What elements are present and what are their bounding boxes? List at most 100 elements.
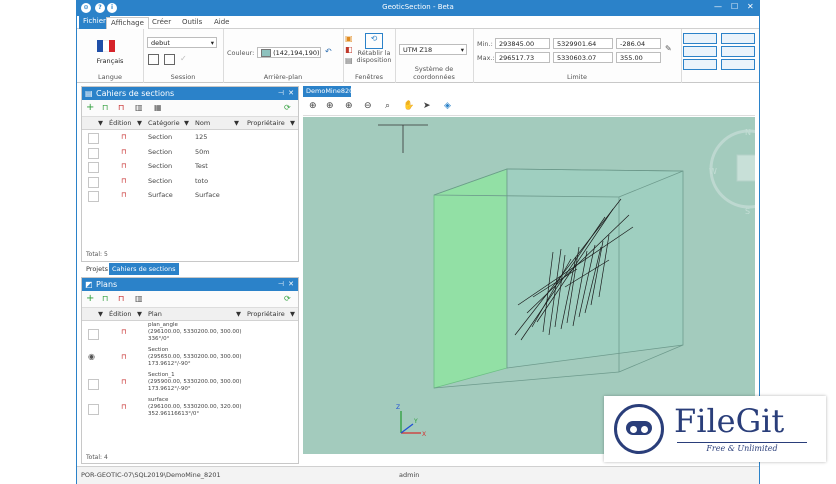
row-checkbox[interactable] [88, 379, 99, 390]
window-stack-icon[interactable]: ◧ [345, 45, 353, 54]
lock-icon[interactable]: ⊓ [121, 145, 126, 160]
filter-icon[interactable]: ▼ [98, 308, 103, 320]
view-back-button[interactable] [721, 33, 755, 44]
table-row[interactable]: ◉ ⊓ Section (295650.00, 5330200.00, 300.… [82, 346, 298, 371]
window-split-icon[interactable]: ▤ [345, 56, 353, 65]
table-row[interactable]: ⊓ Section toto [82, 174, 298, 189]
zoom-extent-icon[interactable]: ⊕ [326, 102, 334, 111]
section-plane[interactable] [433, 168, 508, 389]
pan-hand-icon[interactable]: ✋ [403, 102, 414, 111]
maximize-icon[interactable]: ☐ [731, 2, 738, 11]
max-x-field[interactable]: 296517.73 [495, 52, 550, 63]
filter-icon[interactable]: ▼ [236, 308, 241, 320]
refresh-icon[interactable]: ⟳ [284, 294, 291, 303]
view-left-button[interactable] [683, 46, 717, 57]
table-row[interactable]: ⊓ plan_angle (296100.00, 5330200.00, 300… [82, 321, 298, 346]
row-checkbox[interactable] [88, 162, 99, 173]
unlock-icon[interactable]: ⊓ [102, 294, 108, 303]
eye-icon[interactable]: ◉ [88, 353, 95, 361]
add-icon[interactable]: + [86, 294, 94, 304]
table-row[interactable]: ⊓ Section_1 (295900.00, 5330200.00, 300.… [82, 371, 298, 396]
filter-icon[interactable]: ▼ [137, 117, 142, 129]
save-icon[interactable] [148, 54, 159, 65]
row-checkbox[interactable] [88, 147, 99, 159]
color-picker[interactable]: (142,194,190) [257, 47, 321, 58]
reset-layout-button[interactable]: Rétablir la disposition [355, 50, 393, 64]
filter-icon[interactable]: ▼ [290, 117, 295, 129]
view-cube-icon[interactable] [736, 154, 760, 182]
filter-icon[interactable]: ▼ [234, 117, 239, 129]
close-panel-icon[interactable]: ✕ [288, 87, 294, 100]
row-checkbox[interactable] [88, 329, 99, 340]
window-layers-icon[interactable]: ▣ [345, 34, 353, 43]
tab-cahiers[interactable]: Cahiers de sections [109, 263, 179, 275]
session-select[interactable]: debut ▾ [147, 37, 217, 48]
lock-icon[interactable]: ⊓ [118, 294, 124, 303]
view-top-button[interactable] [683, 59, 717, 70]
flag-france-icon[interactable] [97, 40, 115, 52]
coords-select[interactable]: UTM Z18 ▾ [399, 44, 467, 55]
pointer-icon[interactable]: ➤ [423, 102, 431, 111]
table-row[interactable]: ⊓ Section 125 [82, 130, 298, 145]
row-checkbox[interactable] [88, 176, 99, 188]
lock-icon[interactable]: ⊓ [121, 188, 126, 203]
tab-creer[interactable]: Créer [148, 17, 175, 29]
delete-icon[interactable]: ▥ [135, 103, 143, 112]
lock-icon[interactable]: ⊓ [121, 404, 126, 411]
close-icon[interactable]: ✕ [747, 2, 754, 11]
zoom-fit-icon[interactable]: ⊕ [309, 102, 317, 111]
row-checkbox[interactable] [88, 191, 99, 202]
grid-icon[interactable]: ▦ [154, 103, 162, 112]
close-panel-icon[interactable]: ✕ [288, 278, 294, 291]
col-nom[interactable]: Nom [195, 117, 210, 129]
min-y-field[interactable]: 5329901.64 [553, 38, 613, 49]
rotate-view-icon[interactable]: ◈ [444, 102, 451, 111]
lock-icon[interactable]: ⊓ [121, 130, 126, 145]
add-icon[interactable]: + [86, 103, 94, 113]
lock-icon[interactable]: ⊓ [121, 379, 126, 386]
view-front-button[interactable] [683, 33, 717, 44]
delete-icon[interactable]: ▥ [135, 294, 143, 303]
compass[interactable]: N S W E [709, 128, 789, 216]
pick-limit-icon[interactable]: ✎ [665, 44, 672, 53]
max-z-field[interactable]: 355.00 [616, 52, 661, 63]
col-edition[interactable]: Édition [109, 117, 132, 129]
col-proprietaire[interactable]: Propriétaire [247, 308, 285, 320]
lock-icon[interactable]: ⊓ [121, 329, 126, 336]
table-row[interactable]: ⊓ surface (296100.00, 5330200.00, 320.00… [82, 396, 298, 421]
min-z-field[interactable]: -286.04 [616, 38, 661, 49]
lock-icon[interactable]: ⊓ [121, 174, 126, 189]
tab-projets[interactable]: Projets [83, 263, 111, 275]
tab-outils[interactable]: Outils [178, 17, 206, 29]
filter-icon[interactable]: ▼ [98, 117, 103, 129]
check-icon[interactable]: ✓ [180, 54, 187, 63]
session-list-icon[interactable] [164, 54, 175, 65]
row-checkbox[interactable] [88, 404, 99, 415]
table-row[interactable]: ⊓ Section 50m [82, 145, 298, 160]
table-row[interactable]: ⊓ Section Test [82, 159, 298, 174]
view-bottom-button[interactable] [721, 59, 755, 70]
row-checkbox[interactable] [88, 133, 99, 144]
col-proprietaire[interactable]: Propriétaire [247, 117, 285, 129]
filter-icon[interactable]: ▼ [290, 308, 295, 320]
pin-icon[interactable]: ⊣ [278, 278, 284, 291]
filter-icon[interactable]: ▼ [184, 117, 189, 129]
col-categorie[interactable]: Catégorie [148, 117, 180, 129]
minimize-icon[interactable]: — [714, 2, 722, 11]
view-right-button[interactable] [721, 46, 755, 57]
reset-layout-icon[interactable]: ⟲ [365, 33, 383, 49]
lock-icon[interactable]: ⊓ [121, 159, 126, 174]
unlock-icon[interactable]: ⊓ [102, 103, 108, 112]
col-plan[interactable]: Plan [148, 308, 162, 320]
tab-document[interactable]: DemoMine8201 [303, 86, 357, 97]
language-value[interactable]: Français [77, 57, 143, 65]
zoom-in-icon[interactable]: ⊕ [345, 102, 353, 111]
tab-aide[interactable]: Aide [210, 17, 233, 29]
col-edition[interactable]: Édition [109, 308, 132, 320]
filter-icon[interactable]: ▼ [137, 308, 142, 320]
zoom-window-icon[interactable]: ⌕ [385, 102, 390, 111]
refresh-icon[interactable]: ⟳ [284, 103, 291, 112]
lock-icon[interactable]: ⊓ [118, 103, 124, 112]
undo-icon[interactable]: ↶ [325, 47, 332, 56]
min-x-field[interactable]: 293845.00 [495, 38, 550, 49]
